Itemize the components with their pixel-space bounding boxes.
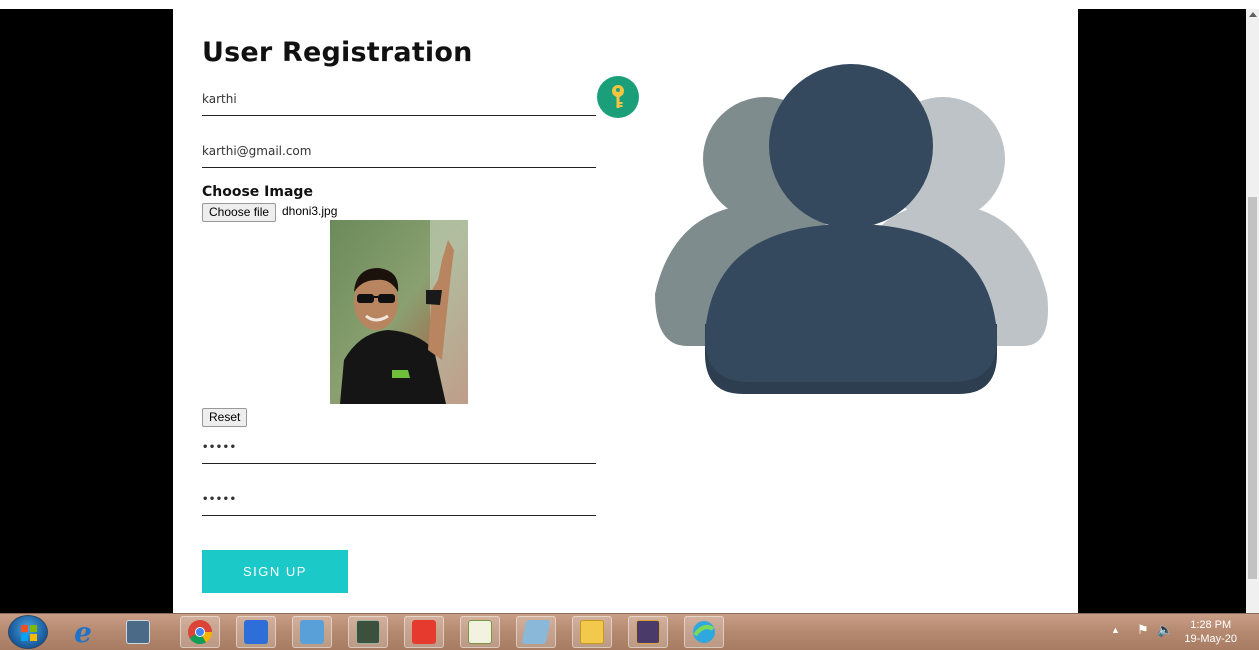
- terminal-icon: [356, 620, 380, 644]
- name-field-value: karthi: [202, 92, 237, 106]
- taskbar: e ▲ ⚑ 🔈 1:28 PM 19-May-20: [0, 613, 1259, 650]
- action-center-flag-icon[interactable]: ⚑: [1137, 622, 1149, 638]
- name-field[interactable]: karthi: [202, 92, 596, 116]
- password-field-value: •••••: [202, 442, 237, 453]
- system-tray: ▲ ⚑ 🔈 1:28 PM 19-May-20: [1099, 614, 1259, 650]
- chart-app-icon: [468, 620, 492, 644]
- vertical-scrollbar[interactable]: [1246, 9, 1259, 613]
- confirm-password-field-value: •••••: [202, 494, 237, 505]
- calculator-icon: [126, 620, 150, 644]
- taskbar-file-explorer[interactable]: [572, 616, 612, 648]
- scrollbar-thumb[interactable]: [1248, 197, 1257, 579]
- email-field[interactable]: karthi@gmail.com: [202, 144, 596, 168]
- uploaded-image-preview: [330, 220, 468, 404]
- windows-logo-icon: [21, 625, 37, 641]
- java-ee-ide-icon: [636, 620, 660, 644]
- clock[interactable]: 1:28 PM 19-May-20: [1184, 618, 1237, 646]
- network-icon: [693, 621, 715, 643]
- control-panel-icon: [300, 620, 324, 644]
- screen: User Registration karthi karthi@gmail.co…: [0, 0, 1259, 650]
- registration-page: User Registration karthi karthi@gmail.co…: [173, 9, 1078, 613]
- signup-button[interactable]: SIGN UP: [202, 550, 348, 593]
- key-button[interactable]: [597, 76, 639, 118]
- clock-date: 19-May-20: [1184, 633, 1237, 645]
- taskbar-calculator[interactable]: [118, 616, 158, 648]
- chrome-icon: [188, 620, 212, 645]
- taskbar-terminal[interactable]: [348, 616, 388, 648]
- taskbar-wps[interactable]: [236, 616, 276, 648]
- taskbar-chart-app[interactable]: [460, 616, 500, 648]
- email-field-value: karthi@gmail.com: [202, 144, 312, 158]
- selected-file-name: dhoni3.jpg: [282, 204, 338, 218]
- file-explorer-icon: [580, 620, 604, 644]
- users-group-icon: [655, 64, 1048, 394]
- taskbar-chrome[interactable]: [180, 616, 220, 648]
- show-hidden-icons-icon[interactable]: ▲: [1111, 625, 1120, 635]
- password-field[interactable]: •••••: [202, 440, 596, 464]
- taskbar-control-panel[interactable]: [292, 616, 332, 648]
- ie-icon: e: [74, 615, 92, 649]
- confirm-password-field[interactable]: •••••: [202, 492, 596, 516]
- browser-top-edge: [0, 0, 1259, 9]
- taskbar-anydesk[interactable]: [404, 616, 444, 648]
- volume-icon[interactable]: 🔈: [1157, 622, 1173, 638]
- choose-file-button[interactable]: Choose file: [202, 203, 277, 222]
- choose-image-label: Choose Image: [202, 184, 313, 200]
- anydesk-icon: [412, 620, 436, 644]
- wps-icon: [244, 620, 268, 644]
- start-button[interactable]: [8, 615, 48, 649]
- reset-button[interactable]: Reset: [202, 408, 248, 427]
- page-title: User Registration: [202, 37, 473, 68]
- taskbar-network[interactable]: [684, 616, 724, 648]
- key-icon: [612, 85, 624, 108]
- clock-time: 1:28 PM: [1190, 619, 1232, 631]
- taskbar-ie[interactable]: e: [63, 615, 103, 649]
- notes-icon: [521, 620, 551, 644]
- taskbar-notes[interactable]: [516, 616, 556, 648]
- scroll-up-arrow-icon[interactable]: [1249, 12, 1257, 17]
- users-illustration: [653, 64, 1053, 409]
- taskbar-java-ee-ide[interactable]: [628, 616, 668, 648]
